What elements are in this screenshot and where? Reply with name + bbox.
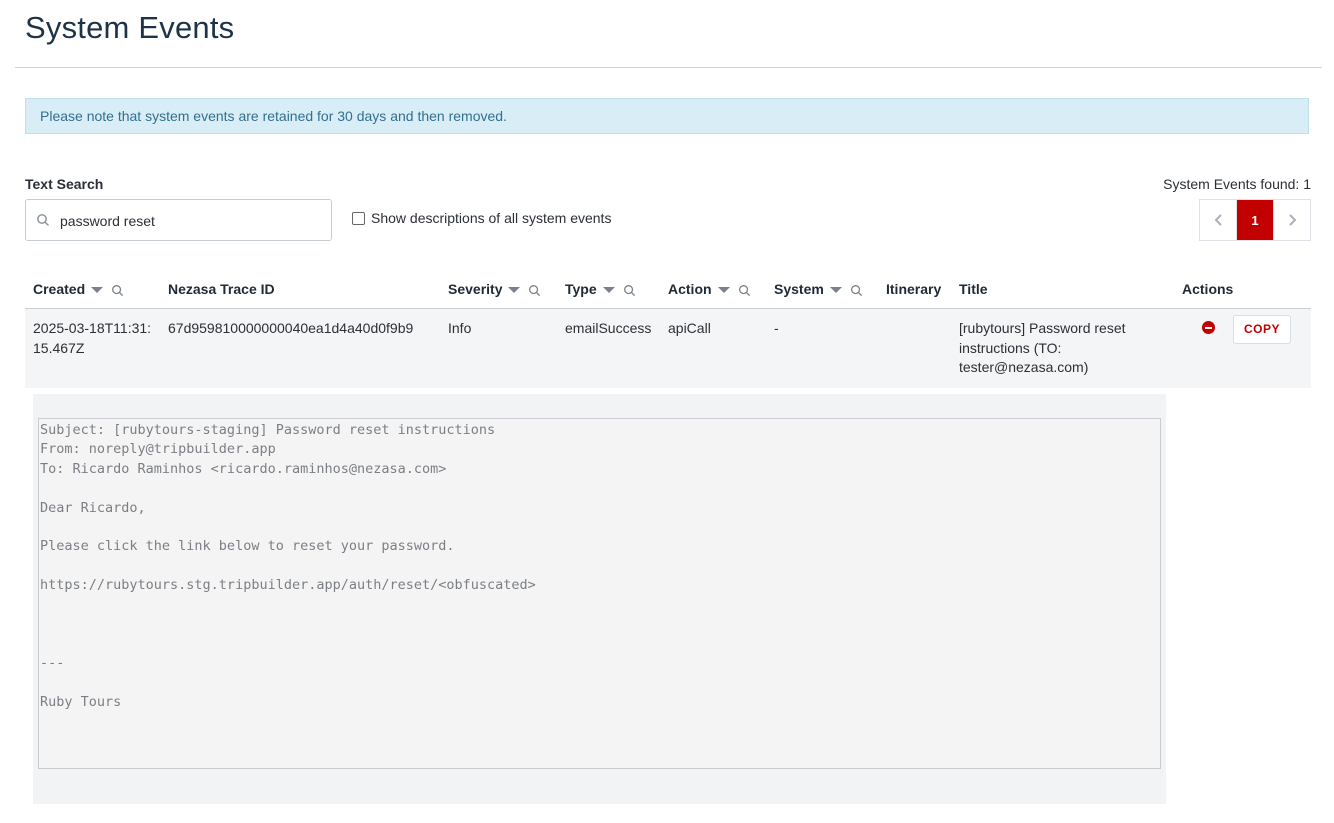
search-input[interactable] (58, 208, 322, 234)
search-label: Text Search (25, 176, 104, 192)
sort-caret-icon[interactable] (508, 287, 521, 294)
col-trace-id: Nezasa Trace ID (160, 268, 440, 309)
cell-system: - (766, 308, 878, 388)
col-created[interactable]: Created (25, 268, 160, 309)
cell-actions: COPY (1174, 308, 1311, 388)
cell-action: apiCall (660, 308, 766, 388)
remove-icon[interactable] (1202, 321, 1215, 334)
col-action[interactable]: Action (660, 268, 766, 309)
copy-button[interactable]: COPY (1233, 315, 1292, 344)
col-severity[interactable]: Severity (440, 268, 557, 309)
show-descriptions-checkbox[interactable] (352, 211, 365, 225)
cell-created: 2025-03-18T11:31:15.467Z (25, 308, 160, 388)
cell-trace-id: 67d959810000000040ea1d4a40d0f9b9 (160, 308, 440, 388)
page-button-current[interactable]: 1 (1237, 200, 1273, 240)
page-title: System Events (25, 10, 235, 45)
title-divider (15, 67, 1322, 68)
col-system[interactable]: System (766, 268, 878, 309)
sort-caret-icon[interactable] (602, 287, 615, 294)
filter-search-icon[interactable] (623, 284, 636, 297)
col-actions: Actions (1174, 268, 1311, 309)
show-descriptions-toggle[interactable]: Show descriptions of all system events (352, 210, 611, 226)
event-description-panel: Subject: [rubytours-staging] Password re… (33, 394, 1166, 804)
table-header-row: Created Nezasa Trace ID Severity Type Ac… (25, 268, 1311, 309)
filter-search-icon[interactable] (111, 284, 124, 297)
cell-title: [rubytours] Password reset instructions … (951, 308, 1174, 388)
chevron-left-icon (1214, 214, 1222, 226)
filter-search-icon[interactable] (850, 284, 863, 297)
events-table: Created Nezasa Trace ID Severity Type Ac… (25, 268, 1311, 388)
cell-itinerary (878, 308, 951, 388)
pagination: 1 (1199, 199, 1311, 241)
filter-search-icon[interactable] (738, 284, 751, 297)
col-type[interactable]: Type (557, 268, 660, 309)
show-descriptions-label: Show descriptions of all system events (371, 210, 612, 226)
col-title: Title (951, 268, 1174, 309)
results-count: System Events found: 1 (1163, 176, 1311, 192)
event-description-box[interactable]: Subject: [rubytours-staging] Password re… (38, 418, 1161, 769)
retention-notice: Please note that system events are retai… (25, 98, 1309, 134)
sort-caret-icon[interactable] (91, 287, 104, 294)
search-icon (37, 214, 49, 226)
search-field[interactable] (25, 199, 332, 241)
table-row[interactable]: 2025-03-18T11:31:15.467Z 67d959810000000… (25, 308, 1311, 388)
cell-severity: Info (440, 308, 557, 388)
chevron-right-icon (1288, 214, 1296, 226)
col-itinerary: Itinerary (878, 268, 951, 309)
filter-search-icon[interactable] (528, 284, 541, 297)
event-description-text: Subject: [rubytours-staging] Password re… (40, 422, 536, 710)
next-page-button[interactable] (1273, 200, 1310, 240)
cell-type: emailSuccess (557, 308, 660, 388)
sort-caret-icon[interactable] (717, 287, 730, 294)
sort-caret-icon[interactable] (829, 287, 842, 294)
prev-page-button[interactable] (1200, 200, 1237, 240)
